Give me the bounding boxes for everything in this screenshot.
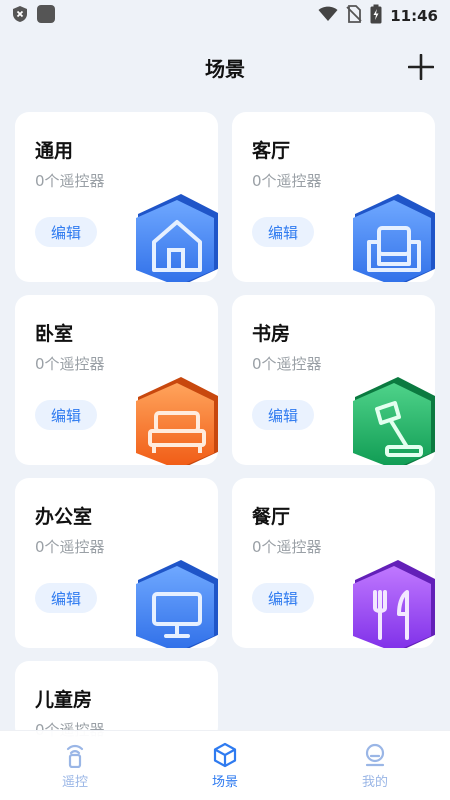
edit-button[interactable]: 编辑 [252, 583, 314, 613]
scene-remote-count: 0个遥控器 [252, 355, 322, 373]
scene-name: 书房 [252, 323, 291, 345]
add-scene-button[interactable] [406, 52, 436, 82]
nav-item-scenes[interactable]: 场景 [150, 731, 300, 800]
scene-card-dining-room[interactable]: 餐厅 0个遥控器 编辑 [232, 478, 435, 648]
bed-icon [136, 377, 218, 465]
edit-button[interactable]: 编辑 [35, 217, 97, 247]
scene-card-general[interactable]: 通用 0个遥控器 编辑 [15, 112, 218, 282]
scene-name: 儿童房 [35, 689, 93, 711]
edit-button[interactable]: 编辑 [252, 400, 314, 430]
monitor-icon [136, 560, 218, 648]
status-bar: 11:46 [0, 0, 450, 32]
bottom-nav: 遥控 场景 我的 [0, 730, 450, 800]
plus-icon [408, 54, 434, 80]
nav-item-me[interactable]: 我的 [300, 731, 450, 800]
scene-name: 餐厅 [252, 506, 291, 528]
app-square-icon [36, 4, 56, 28]
desk-lamp-icon [353, 377, 435, 465]
battery-charging-icon [370, 4, 382, 28]
sofa-icon [353, 194, 435, 282]
nav-label: 遥控 [61, 774, 88, 790]
wifi-icon [318, 6, 338, 26]
edit-button[interactable]: 编辑 [35, 400, 97, 430]
shield-x-icon [12, 5, 28, 27]
remote-icon [66, 744, 84, 768]
nav-label: 场景 [211, 774, 238, 790]
no-sim-icon [346, 5, 362, 27]
edit-button[interactable]: 编辑 [252, 217, 314, 247]
nav-label: 我的 [361, 774, 388, 790]
edit-button[interactable]: 编辑 [35, 583, 97, 613]
header: 场景 [0, 42, 450, 92]
scene-grid: 通用 0个遥控器 编辑 客厅 0个遥控器 编辑 卧室 0个遥控器 编辑 书房 0… [15, 112, 435, 741]
home-icon [136, 194, 218, 282]
scene-card-living-room[interactable]: 客厅 0个遥控器 编辑 [232, 112, 435, 282]
page-title: 场景 [205, 56, 245, 81]
profile-icon [365, 743, 385, 766]
scene-remote-count: 0个遥控器 [35, 538, 105, 556]
status-time: 11:46 [390, 7, 438, 25]
scene-name: 办公室 [35, 506, 93, 528]
scene-card-bedroom[interactable]: 卧室 0个遥控器 编辑 [15, 295, 218, 465]
cube-icon [213, 742, 237, 767]
scene-remote-count: 0个遥控器 [252, 172, 322, 190]
scene-remote-count: 0个遥控器 [35, 355, 105, 373]
scene-name: 卧室 [35, 323, 74, 345]
scene-name: 通用 [35, 140, 74, 162]
scene-remote-count: 0个遥控器 [252, 538, 322, 556]
scene-card-office[interactable]: 办公室 0个遥控器 编辑 [15, 478, 218, 648]
scene-remote-count: 0个遥控器 [35, 172, 105, 190]
fork-knife-icon [353, 560, 435, 648]
nav-item-remote[interactable]: 遥控 [0, 731, 150, 800]
scene-name: 客厅 [252, 140, 291, 162]
scene-card-study[interactable]: 书房 0个遥控器 编辑 [232, 295, 435, 465]
scene-card-kids-room[interactable]: 儿童房 0个遥控器 [15, 661, 218, 741]
